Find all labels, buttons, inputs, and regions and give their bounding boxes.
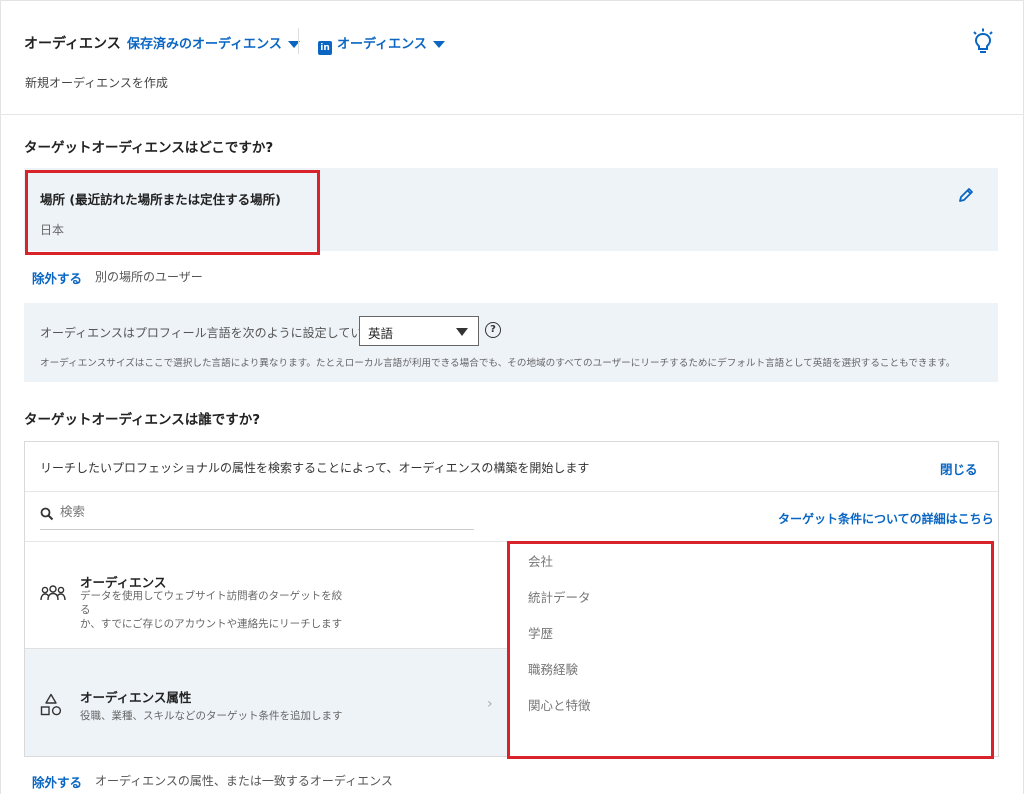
language-select[interactable]: 英語 [359, 316, 479, 346]
categories-highlight-box [507, 541, 994, 759]
language-note: オーディエンスサイズはここで選択した言語により異なります。たとえローカル言語が利… [40, 358, 956, 369]
who-heading: ターゲットオーディエンスは誰ですか? [24, 412, 261, 428]
exclude-location-link[interactable]: 除外する [32, 268, 82, 287]
shapes-icon [40, 693, 62, 716]
search-field[interactable] [40, 502, 474, 530]
audiences-option-desc-line2: か、すでにご存じのアカウントや連絡先にリーチします [80, 618, 343, 630]
language-panel [24, 303, 998, 382]
close-button[interactable]: 閉じる [940, 459, 978, 478]
chevron-right-icon: › [487, 696, 493, 712]
edit-pencil-icon[interactable] [957, 186, 975, 204]
exclude-attributes-desc: オーディエンスの属性、または一致するオーディエンス [95, 774, 393, 788]
attributes-intro: リーチしたいプロフェッショナルの属性を検索することによって、オーディエンスの構築… [40, 461, 590, 475]
language-selected-value: 英語 [368, 326, 394, 341]
search-input[interactable] [60, 504, 460, 519]
people-group-icon [40, 585, 66, 601]
header-divider [298, 28, 299, 54]
location-highlight-box [25, 170, 320, 255]
new-audience-label: 新規オーディエンスを作成 [25, 76, 168, 90]
audience-attributes-title: オーディエンス属性 [80, 690, 192, 705]
help-icon[interactable]: ? [485, 322, 501, 338]
audience-attributes-desc: 役職、業種、スキルなどのターゲット条件を追加します [80, 710, 343, 722]
linkedin-audience-label: オーディエンス [337, 37, 427, 52]
where-heading: ターゲットオーディエンスはどこですか? [24, 140, 274, 156]
audience-attributes-option[interactable]: オーディエンス属性 役職、業種、スキルなどのターゲット条件を追加します › [25, 648, 508, 756]
audiences-option[interactable]: オーディエンス データを使用してウェブサイト訪問者のターゲットを絞る か、すでにご… [25, 542, 508, 647]
section-divider [0, 114, 1024, 115]
panel-divider [25, 491, 998, 492]
linkedin-audience-dropdown[interactable]: in オーディエンス [318, 33, 445, 55]
targeting-details-link[interactable]: ターゲット条件についての詳細はこちら [778, 510, 994, 527]
audiences-option-desc: データを使用してウェブサイト訪問者のターゲットを絞るか、すでにご存じのアカウント… [80, 589, 350, 631]
lightbulb-icon[interactable] [971, 28, 995, 56]
saved-audiences-label: 保存済みのオーディエンス [127, 37, 282, 52]
saved-audiences-dropdown[interactable]: 保存済みのオーディエンス [127, 33, 300, 52]
page-title: オーディエンス [24, 36, 121, 52]
search-icon [40, 507, 54, 521]
caret-down-icon [432, 41, 445, 48]
language-label: オーディエンスはプロフィール言語を次のように設定しています [40, 326, 387, 340]
exclude-attributes-link[interactable]: 除外する [32, 772, 82, 791]
audiences-option-desc-line1: データを使用してウェブサイト訪問者のターゲットを絞る [80, 590, 343, 616]
caret-down-icon [456, 328, 468, 336]
linkedin-logo-icon: in [318, 41, 332, 55]
exclude-location-desc: 別の場所のユーザー [95, 270, 203, 284]
